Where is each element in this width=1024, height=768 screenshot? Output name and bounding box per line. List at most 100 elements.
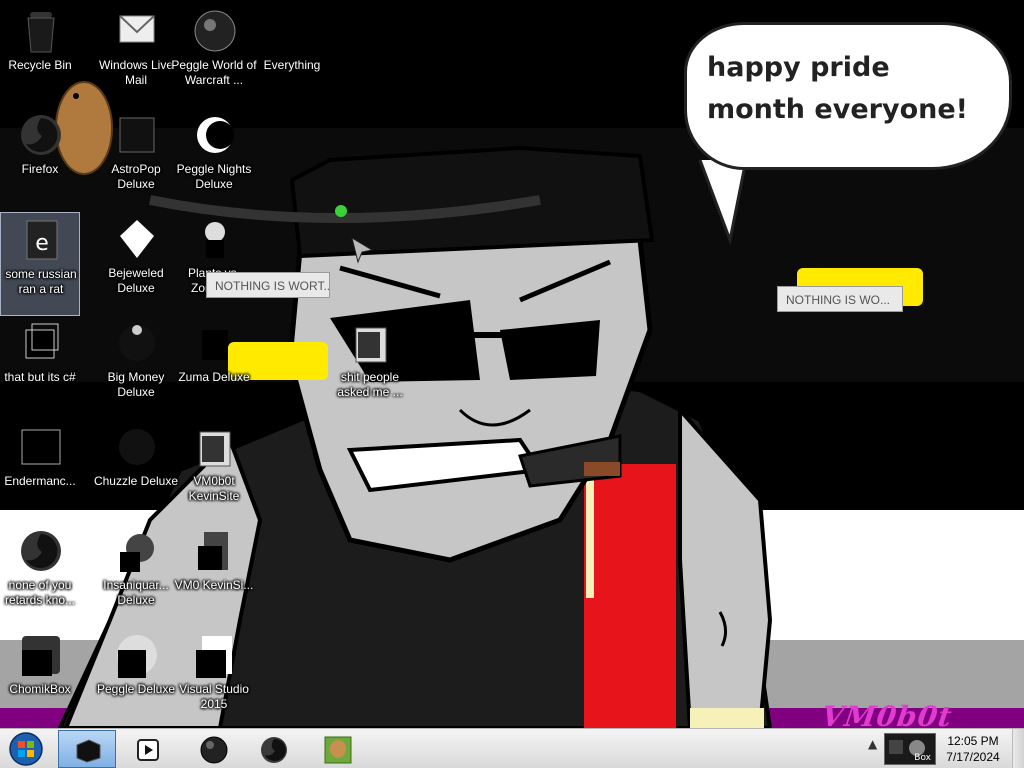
desktop-icon-label: Recycle Bin (8, 58, 72, 72)
black-box-app-icon (76, 739, 101, 763)
clock-time: 12:05 PM (947, 734, 999, 748)
firefox-icon (21, 531, 61, 571)
character-hat (289, 145, 655, 259)
desktop-icon-label: Insaniquar... Deluxe (103, 578, 169, 607)
taskbar-item-dark-orb-app[interactable] (184, 730, 242, 768)
desktop-icon-20[interactable]: ChomikBox (0, 628, 80, 732)
desktop-icon-label: Peggle Deluxe (96, 682, 176, 696)
character-sunglasses-right (500, 320, 600, 380)
file-icon (198, 532, 228, 570)
media-player-icon (137, 739, 159, 761)
clock-date: 7/17/2024 (946, 750, 1000, 764)
desktop-icon-9[interactable]: Plants vs. Zombies (174, 212, 254, 316)
desktop-icon-7[interactable]: e some russian ran a rat (0, 212, 80, 316)
desktop-icon-5[interactable]: AstroPop Deluxe (96, 108, 176, 212)
taskbar: ▲ Box 12:05 PM 7/17/2024 (0, 728, 1024, 768)
character-yellow-trim-bottom (690, 708, 764, 728)
desktop-icon-19[interactable]: VM0 KevinSi... (174, 524, 254, 628)
desktop-icon-8[interactable]: Bejeweled Deluxe (96, 212, 176, 316)
speech-bubble: happy pride month everyone! (684, 22, 1012, 170)
shortcut-icon (25, 323, 59, 359)
visual-studio-icon (196, 636, 232, 678)
app-icon (21, 429, 61, 465)
desktop-icon-label: Peggle World of Warcraft ... (171, 58, 257, 87)
desktop-icon-0[interactable]: Recycle Bin (0, 4, 80, 108)
peggle-icon (117, 635, 157, 678)
cigar-tip (584, 462, 620, 476)
big-money-icon (119, 325, 155, 361)
desktop-icon-6[interactable]: Peggle Nights Deluxe (174, 108, 254, 212)
character-yellow-trim (586, 478, 594, 598)
popup-1-text: NOTHING IS WORT... (215, 279, 330, 293)
show-hidden-icons-chevron-icon[interactable]: ▲ (868, 737, 882, 761)
chomikbox-icon (22, 636, 60, 676)
desktop-icon-15[interactable]: Chuzzle Deluxe (94, 420, 178, 524)
desktop-icon-10[interactable]: that but its c# (0, 316, 80, 420)
desktop-icon-label: shit people asked me ... (337, 370, 403, 399)
desktop-icon-label: that but its c# (4, 370, 76, 384)
speech-bubble-text: happy pride month everyone! (707, 52, 968, 125)
desktop-icon-label: Endermanc... (4, 474, 76, 488)
show-desktop-button[interactable] (1012, 729, 1024, 768)
tray-chomikbox-icon[interactable]: Box (884, 733, 936, 765)
character-red-box (584, 464, 676, 728)
desktop-icon-label: Bejeweled Deluxe (108, 266, 164, 295)
chomikbox-icon (324, 736, 352, 764)
pvz-icon (205, 222, 225, 258)
desktop-icon-1[interactable]: Windows Live Mail (96, 4, 176, 108)
desktop-icon-label: VM0 KevinSi... (174, 578, 254, 592)
dark-orb-app-icon (200, 736, 228, 764)
desktop-icon-label: ChomikBox (9, 682, 71, 696)
desktop-icon-label: Chuzzle Deluxe (93, 474, 179, 488)
nothing-is-worth-popup-2[interactable]: NOTHING IS WO... (777, 286, 903, 312)
tray-app-text: Box (914, 753, 931, 763)
desktop-icon-11[interactable]: Big Money Deluxe (96, 316, 176, 420)
character-right-arm (678, 404, 773, 728)
desktop-icon-label: none of you retards kno... (4, 578, 76, 607)
desktop-icon-3[interactable]: Everything (252, 4, 332, 108)
nothing-is-worth-popup-1[interactable]: NOTHING IS WORT... (206, 272, 330, 298)
desktop-icon-label: VM0b0t KevinSite (188, 474, 240, 503)
astropop-icon (119, 117, 155, 153)
hat-green-badge (335, 205, 347, 217)
desktop-icon-label: AstroPop Deluxe (111, 162, 161, 191)
folder-icon (355, 327, 387, 363)
taskbar-item-media-player[interactable] (118, 730, 176, 768)
firefox-icon (261, 737, 287, 763)
windows-start-orb-icon (9, 732, 43, 766)
desktop-icon-12[interactable]: Zuma Deluxe (174, 316, 254, 420)
start-button[interactable] (4, 731, 48, 767)
desktop-icon-14[interactable]: Endermanc... (0, 420, 80, 524)
firefox-icon (21, 115, 61, 155)
zuma-icon (202, 330, 228, 360)
bejeweled-icon (120, 220, 154, 258)
system-clock[interactable]: 12:05 PM 7/17/2024 (942, 733, 1004, 765)
mail-icon (119, 15, 155, 43)
taskbar-item-black-box-app[interactable] (58, 730, 116, 768)
desktop-icon-13[interactable]: shit people asked me ... (330, 316, 410, 420)
taskbar-item-firefox[interactable] (244, 730, 302, 768)
folder-icon (199, 431, 231, 467)
desktop-icon-16[interactable]: VM0b0t KevinSite (174, 420, 254, 524)
desktop-icon-label: Everything (263, 58, 321, 72)
everything-icon (275, 13, 311, 49)
desktop-icon-label: Peggle Nights Deluxe (176, 162, 252, 191)
taskbar-item-chomikbox[interactable] (308, 730, 366, 768)
desktop-icon-2[interactable]: Peggle World of Warcraft ... (171, 4, 257, 108)
speech-bubble-tail (698, 159, 748, 246)
desktop-icon-label: Windows Live Mail (98, 58, 174, 87)
desktop-icon-22[interactable]: Visual Studio 2015 (174, 628, 254, 732)
notification-area: ▲ Box 12:05 PM 7/17/2024 (862, 729, 1024, 768)
artist-signature: VM0b0t (819, 700, 955, 728)
desktop-icon-label: Big Money Deluxe (107, 370, 165, 399)
desktop-icon-4[interactable]: Firefox (0, 108, 80, 212)
desktop-icon-17[interactable]: none of you retards kno... (0, 524, 80, 628)
desktop-icon-label: Visual Studio 2015 (179, 682, 249, 711)
insaniquarium-icon (120, 534, 154, 572)
desktop-icon-label: Firefox (21, 162, 59, 176)
desktop-icon-label: some russian ran a rat (5, 267, 77, 296)
peggle-wow-icon (194, 10, 236, 52)
desktop-icon-21[interactable]: Peggle Deluxe (96, 628, 176, 732)
svg-text:e: e (35, 231, 49, 256)
desktop-icon-18[interactable]: Insaniquar... Deluxe (96, 524, 176, 628)
